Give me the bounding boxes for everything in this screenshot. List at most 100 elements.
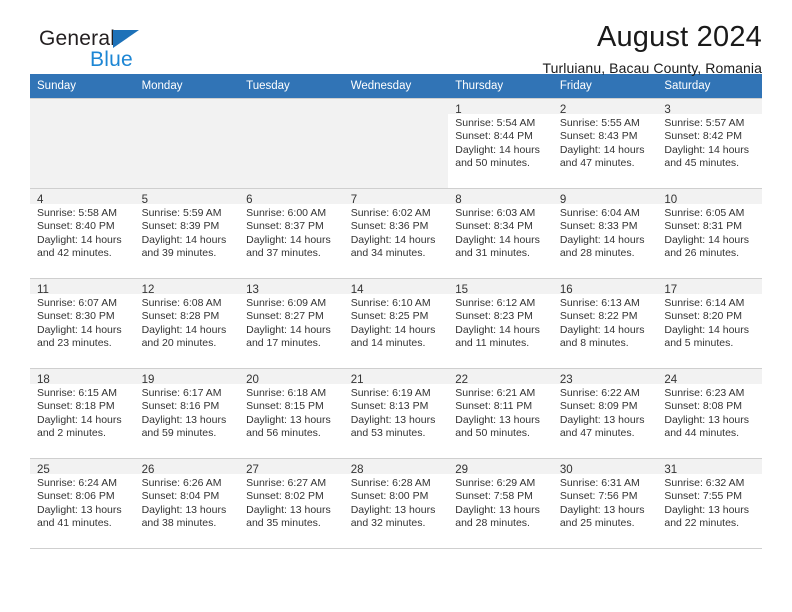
calendar-day-cell[interactable]: 12 Sunrise: 6:08 AM Sunset: 8:28 PM Dayligh… — [134, 278, 240, 369]
calendar-day-cell[interactable]: 22 Sunrise: 6:21 AM Sunset: 8:11 PM Dayligh… — [448, 368, 553, 459]
day-number-bar: 21 — [343, 369, 449, 386]
day-number: 31 — [664, 464, 678, 476]
sunrise-text: Sunrise: 6:27 AM — [246, 477, 327, 489]
calendar-day-cell[interactable]: 3 Sunrise: 5:57 AM Sunset: 8:42 PM Daylight… — [657, 98, 762, 189]
daylight-text-line2: and 2 minutes. — [37, 427, 106, 440]
calendar-day-cell[interactable]: 10 Sunrise: 6:05 AM Sunset: 8:31 PM Dayligh… — [657, 188, 762, 279]
daylight-text-line1: Daylight: 13 hours — [664, 503, 750, 516]
sunrise-text: Sunrise: 6:22 AM — [559, 387, 640, 399]
day-details: Sunrise: 6:14 AM Sunset: 8:20 PM Daylight:… — [657, 294, 762, 351]
day-number: 11 — [37, 284, 49, 296]
logo-text-general: General — [39, 27, 116, 50]
calendar-day-cell[interactable]: 30 Sunrise: 6:31 AM Sunset: 7:56 PM Dayligh… — [552, 458, 658, 549]
daylight-text-line1: Daylight: 14 hours — [455, 233, 540, 246]
calendar-day-cell[interactable]: 27 Sunrise: 6:27 AM Sunset: 8:02 PM Dayligh… — [239, 458, 344, 549]
sunrise-text: Sunrise: 6:00 AM — [246, 207, 327, 219]
calendar-day-cell[interactable]: 2 Sunrise: 5:55 AM Sunset: 8:43 PM Daylight… — [552, 98, 658, 189]
day-number: 12 — [141, 284, 155, 296]
sunrise-text: Sunrise: 6:02 AM — [350, 207, 431, 219]
day-cell-inner: 4 Sunrise: 5:58 AM Sunset: 8:40 PM Daylight… — [30, 189, 135, 278]
day-details: Sunrise: 6:19 AM Sunset: 8:13 PM Daylight:… — [344, 384, 449, 441]
day-details: Sunrise: 6:21 AM Sunset: 8:11 PM Daylight:… — [448, 384, 553, 441]
calendar-weekday-header-tuesday: Tuesday — [239, 74, 344, 99]
day-number: 7 — [350, 194, 358, 206]
daylight-text-line2: and 44 minutes. — [664, 427, 740, 440]
day-cell-inner: 28 Sunrise: 6:28 AM Sunset: 8:00 PM Dayligh… — [343, 459, 449, 548]
calendar-day-cell[interactable]: 1 Sunrise: 5:54 AM Sunset: 8:44 PM Daylight… — [448, 98, 553, 189]
calendar-day-cell[interactable]: 31 Sunrise: 6:32 AM Sunset: 7:55 PM Dayligh… — [657, 458, 762, 549]
daylight-text-line1: Daylight: 13 hours — [246, 503, 331, 516]
daylight-text-line1: Daylight: 13 hours — [141, 413, 227, 426]
calendar-day-cell[interactable]: 29 Sunrise: 6:29 AM Sunset: 7:58 PM Dayligh… — [448, 458, 553, 549]
day-details: Sunrise: 6:10 AM Sunset: 8:25 PM Daylight:… — [344, 294, 449, 351]
calendar-day-cell[interactable]: 23 Sunrise: 6:22 AM Sunset: 8:09 PM Dayligh… — [552, 368, 658, 459]
day-number-bar: 7 — [343, 189, 449, 206]
day-number: 27 — [246, 464, 259, 476]
general-blue-logo[interactable]: General Blue — [30, 22, 160, 72]
sunset-text: Sunset: 8:44 PM — [455, 130, 533, 143]
sunset-text: Sunset: 7:58 PM — [455, 490, 533, 503]
day-number: 6 — [246, 194, 253, 206]
day-cell-inner: 21 Sunrise: 6:19 AM Sunset: 8:13 PM Dayligh… — [343, 369, 449, 458]
sunset-text: Sunset: 7:56 PM — [559, 490, 638, 503]
sunrise-text: Sunrise: 6:12 AM — [455, 297, 536, 309]
sunset-text: Sunset: 8:25 PM — [350, 310, 429, 323]
calendar-day-cell[interactable]: 21 Sunrise: 6:19 AM Sunset: 8:13 PM Dayligh… — [343, 368, 449, 459]
calendar-day-cell[interactable]: 11 Sunrise: 6:07 AM Sunset: 8:30 PM Dayligh… — [30, 278, 135, 369]
calendar-page: General Blue August 2024 Turluianu, Baca… — [0, 0, 792, 612]
daylight-text-line2: and 50 minutes. — [455, 157, 530, 170]
day-details: Sunrise: 6:15 AM Sunset: 8:18 PM Daylight:… — [30, 384, 135, 441]
day-number-bar: 5 — [134, 189, 240, 206]
day-details: Sunrise: 5:59 AM Sunset: 8:39 PM Daylight:… — [135, 204, 240, 261]
daylight-text-line1: Daylight: 14 hours — [37, 413, 122, 426]
calendar-day-cell[interactable]: 16 Sunrise: 6:13 AM Sunset: 8:22 PM Dayligh… — [552, 278, 658, 369]
sunset-text: Sunset: 8:18 PM — [37, 400, 115, 413]
sunrise-text: Sunrise: 5:54 AM — [455, 117, 536, 129]
day-details: Sunrise: 6:08 AM Sunset: 8:28 PM Daylight:… — [135, 294, 240, 351]
daylight-text-line2: and 50 minutes. — [455, 427, 530, 440]
daylight-text-line2: and 8 minutes. — [559, 337, 629, 350]
sunrise-text: Sunrise: 6:17 AM — [141, 387, 222, 399]
calendar-day-cell[interactable]: 13 Sunrise: 6:09 AM Sunset: 8:27 PM Dayligh… — [239, 278, 344, 369]
calendar-day-cell[interactable]: 14 Sunrise: 6:10 AM Sunset: 8:25 PM Dayligh… — [343, 278, 449, 369]
day-number: 18 — [37, 374, 50, 386]
day-number-bar: 2 — [552, 99, 658, 116]
calendar-day-cell[interactable]: 19 Sunrise: 6:17 AM Sunset: 8:16 PM Dayligh… — [134, 368, 240, 459]
calendar-day-cell[interactable]: 9 Sunrise: 6:04 AM Sunset: 8:33 PM Daylight… — [552, 188, 658, 279]
logo-triangle-icon — [113, 30, 139, 48]
sunset-text: Sunset: 8:31 PM — [664, 220, 743, 233]
sunset-text: Sunset: 8:30 PM — [37, 310, 115, 323]
calendar-day-cell[interactable]: 17 Sunrise: 6:14 AM Sunset: 8:20 PM Dayligh… — [657, 278, 762, 369]
calendar-day-cell[interactable]: 24 Sunrise: 6:23 AM Sunset: 8:08 PM Dayligh… — [657, 368, 762, 459]
day-cell-inner: 14 Sunrise: 6:10 AM Sunset: 8:25 PM Dayligh… — [343, 279, 449, 368]
daylight-text-line1: Daylight: 13 hours — [455, 503, 540, 516]
day-number-bar: 17 — [657, 279, 762, 296]
calendar-day-cell[interactable]: 25 Sunrise: 6:24 AM Sunset: 8:06 PM Dayligh… — [30, 458, 135, 549]
calendar-day-cell[interactable]: 26 Sunrise: 6:26 AM Sunset: 8:04 PM Dayligh… — [134, 458, 240, 549]
calendar-day-cell[interactable]: 18 Sunrise: 6:15 AM Sunset: 8:18 PM Dayligh… — [30, 368, 135, 459]
calendar-day-cell[interactable]: 28 Sunrise: 6:28 AM Sunset: 8:00 PM Dayligh… — [343, 458, 449, 549]
day-details: Sunrise: 6:07 AM Sunset: 8:30 PM Daylight:… — [30, 294, 135, 351]
calendar-day-cell[interactable]: 4 Sunrise: 5:58 AM Sunset: 8:40 PM Daylight… — [30, 188, 135, 279]
sunrise-text: Sunrise: 6:23 AM — [664, 387, 745, 399]
calendar-day-cell[interactable]: 15 Sunrise: 6:12 AM Sunset: 8:23 PM Dayligh… — [448, 278, 553, 369]
sunset-text: Sunset: 8:39 PM — [141, 220, 220, 233]
daylight-text-line1: Daylight: 14 hours — [37, 323, 122, 336]
day-number-bar: 19 — [134, 369, 240, 386]
sunrise-sunset-calendar: Sunday Monday Tuesday Wednesday Thursday Frid… — [30, 74, 762, 549]
daylight-text-line2: and 53 minutes. — [350, 427, 426, 440]
day-cell-inner: 17 Sunrise: 6:14 AM Sunset: 8:20 PM Dayligh… — [657, 279, 762, 368]
day-details: Sunrise: 6:02 AM Sunset: 8:36 PM Daylight:… — [344, 204, 449, 261]
calendar-day-cell[interactable]: 20 Sunrise: 6:18 AM Sunset: 8:15 PM Dayligh… — [239, 368, 344, 459]
day-details: Sunrise: 6:24 AM Sunset: 8:06 PM Daylight:… — [30, 474, 135, 531]
sunrise-text: Sunrise: 5:57 AM — [664, 117, 745, 129]
sunrise-text: Sunrise: 6:10 AM — [350, 297, 431, 309]
calendar-day-cell[interactable]: 7 Sunrise: 6:02 AM Sunset: 8:36 PM Daylight… — [343, 188, 449, 279]
day-number-bar: 4 — [30, 189, 135, 206]
calendar-day-cell[interactable]: 5 Sunrise: 5:59 AM Sunset: 8:39 PM Daylight… — [134, 188, 240, 279]
day-details: Sunrise: 6:09 AM Sunset: 8:27 PM Daylight:… — [239, 294, 344, 351]
daylight-text-line2: and 32 minutes. — [350, 517, 426, 530]
calendar-day-cell-empty — [239, 98, 344, 189]
calendar-day-cell[interactable]: 8 Sunrise: 6:03 AM Sunset: 8:34 PM Daylight… — [448, 188, 553, 279]
calendar-day-cell[interactable]: 6 Sunrise: 6:00 AM Sunset: 8:37 PM Daylight… — [239, 188, 344, 279]
